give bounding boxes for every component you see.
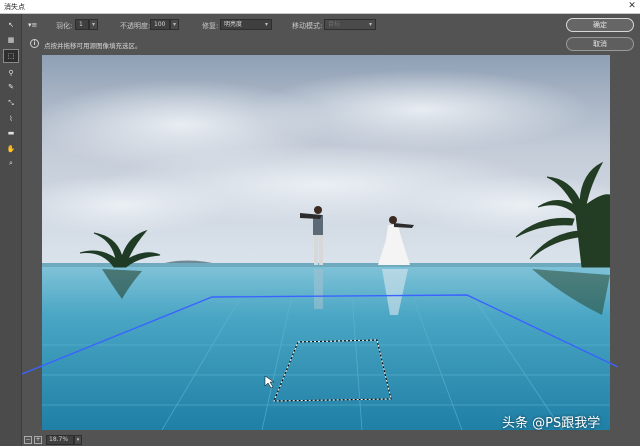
watermark-text: 头条 @PS跟我学 — [502, 416, 601, 431]
marquee-icon[interactable]: ⬚ — [3, 49, 19, 63]
transform-icon[interactable]: ⤡ — [3, 96, 19, 110]
selection-marquee-shadow — [273, 339, 392, 402]
info-bar: i 点按并拖移可用源图像填充选区。 — [22, 36, 562, 52]
ok-button[interactable]: 确定 — [566, 18, 634, 32]
opacity-label: 不透明度: — [120, 22, 151, 30]
feather-dropdown-icon[interactable]: ▾ — [89, 19, 98, 30]
brush-icon[interactable]: ✎ — [3, 80, 19, 94]
vanishing-point-dialog: ↖ ▦ ⬚ ⚲ ✎ ⤡ ⌇ ▬ ✋ ⌕ ▾≡ 羽化: 1 ▾ 不透明度: 100… — [0, 14, 640, 446]
feather-label: 羽化: — [56, 22, 73, 30]
chevron-down-icon[interactable]: ▾ — [74, 435, 82, 445]
zoom-out-button[interactable]: − — [24, 436, 32, 444]
feather-input[interactable]: 1 — [75, 19, 89, 30]
create-plane-icon[interactable]: ▦ — [3, 33, 19, 47]
opacity-dropdown-icon[interactable]: ▾ — [170, 19, 179, 30]
perspective-plane-grid[interactable] — [22, 294, 618, 375]
plane-menu-icon[interactable]: ▾≡ — [28, 21, 37, 29]
close-icon[interactable]: ✕ — [624, 0, 640, 14]
edit-plane-icon[interactable]: ↖ — [3, 18, 19, 32]
window-title: 消失点 — [4, 3, 25, 11]
heal-select-value: 明亮度 — [224, 21, 243, 28]
cancel-button[interactable]: 取消 — [566, 37, 634, 51]
move-mode-label: 移动模式: — [292, 22, 323, 30]
tool-palette: ↖ ▦ ⬚ ⚲ ✎ ⤡ ⌇ ▬ ✋ ⌕ — [0, 14, 22, 446]
chevron-down-icon: ▾ — [264, 21, 268, 28]
info-text: 点按并拖移可用源图像填充选区。 — [44, 42, 142, 50]
move-mode-value: 目标 — [328, 21, 341, 28]
status-bar: − + 18.7% ▾ — [22, 435, 618, 446]
eyedropper-icon[interactable]: ⌇ — [3, 112, 19, 126]
chevron-down-icon: ▾ — [368, 21, 372, 28]
zoom-in-button[interactable]: + — [34, 436, 42, 444]
heal-label: 修复: — [202, 22, 219, 30]
perspective-overlay — [22, 294, 618, 402]
move-cursor-icon — [264, 375, 275, 389]
tool-options-bar: ▾≡ 羽化: 1 ▾ 不透明度: 100 ▾ 修复: 明亮度 ▾ 移动模式: 目… — [22, 14, 562, 36]
selection-marquee[interactable] — [273, 339, 392, 402]
heal-select[interactable]: 明亮度 ▾ — [220, 19, 272, 30]
opacity-input[interactable]: 100 — [150, 19, 170, 30]
window-titlebar: 消失点 ✕ — [0, 0, 640, 14]
stamp-icon[interactable]: ⚲ — [3, 66, 19, 80]
zoom-icon[interactable]: ⌕ — [3, 156, 19, 170]
measure-icon[interactable]: ▬ — [3, 126, 19, 140]
move-mode-select: 目标 ▾ — [324, 19, 376, 30]
info-icon: i — [30, 39, 39, 48]
hand-icon[interactable]: ✋ — [3, 142, 19, 156]
preview-canvas[interactable] — [22, 52, 618, 434]
zoom-level-field[interactable]: 18.7% — [46, 435, 74, 445]
